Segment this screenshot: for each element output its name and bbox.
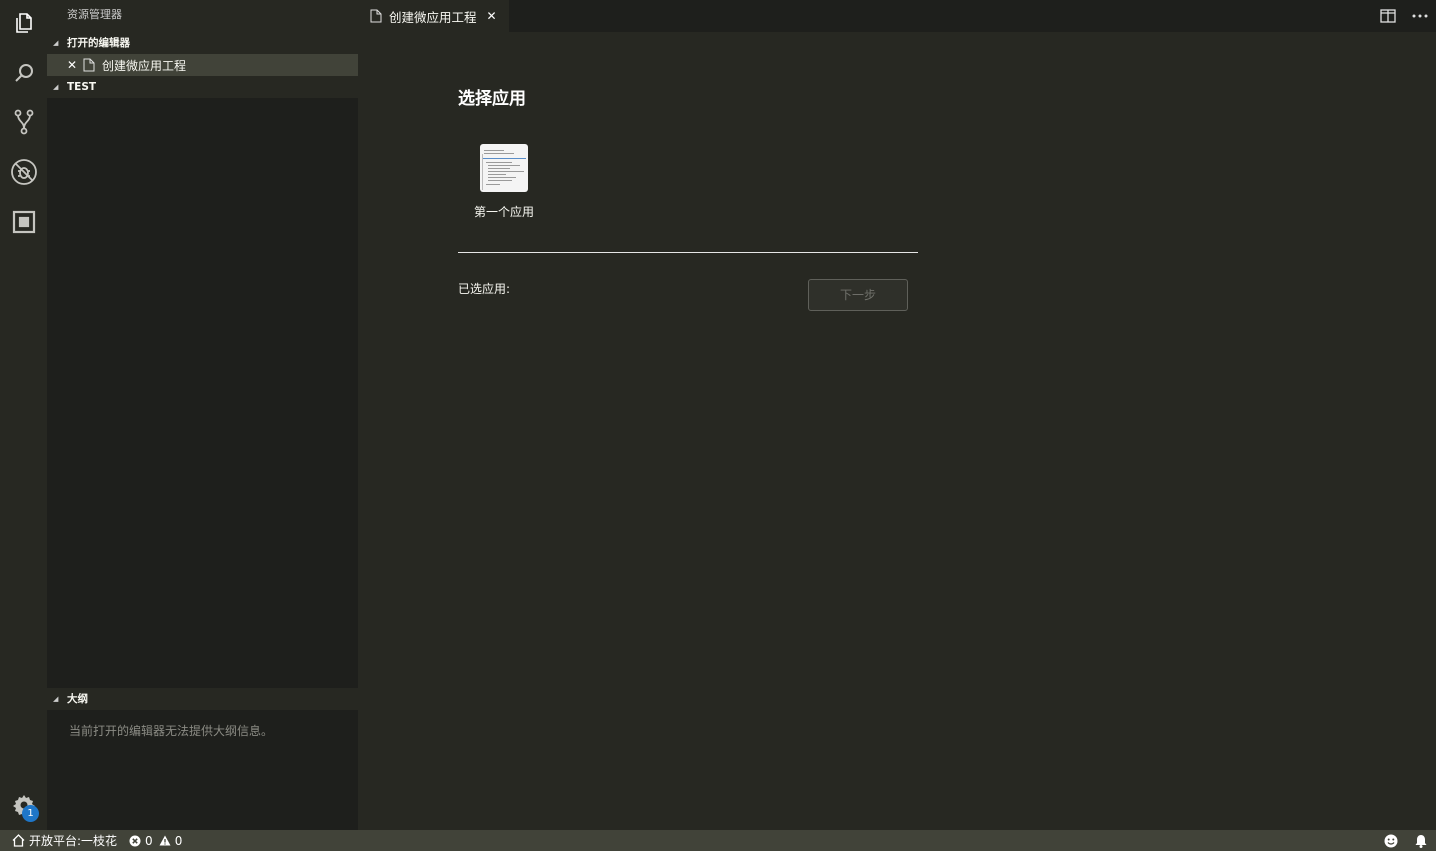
home-icon	[12, 834, 25, 847]
split-editor-icon[interactable]	[1372, 0, 1404, 32]
settings-gear-icon[interactable]	[0, 782, 47, 828]
explorer-sidebar: 资源管理器 ◢ 打开的编辑器 ✕ 创建微应用工程 ◢ TEST ◢ 大纲 当前打…	[47, 0, 358, 830]
file-tree[interactable]	[47, 98, 358, 688]
debug-icon[interactable]	[0, 149, 47, 195]
selected-apps-label: 已选应用:	[458, 282, 511, 296]
collapse-triangle-icon: ◢	[53, 39, 59, 47]
tab-create-micro-app[interactable]: 创建微应用工程 ✕	[358, 0, 509, 32]
platform-label: 开放平台:一枝花	[29, 834, 118, 848]
problems-status[interactable]: 0 0	[129, 834, 182, 848]
activity-bar: 1	[0, 0, 47, 830]
settings-badge: 1	[22, 805, 39, 822]
editor-actions	[1372, 0, 1436, 32]
workspace-label: TEST	[67, 81, 97, 93]
error-count: 0	[145, 833, 153, 848]
page-title: 选择应用	[458, 89, 526, 109]
files-icon[interactable]	[0, 0, 47, 46]
close-editor-icon[interactable]: ✕	[67, 58, 79, 72]
open-editors-header[interactable]: ◢ 打开的编辑器	[47, 32, 358, 54]
warning-count: 0	[174, 833, 183, 848]
status-bar: 开放平台:一枝花 0 0	[0, 830, 1436, 851]
source-control-icon[interactable]	[0, 99, 47, 145]
feedback-smiley-icon[interactable]	[1376, 834, 1406, 848]
tab-close-icon[interactable]: ✕	[487, 9, 497, 23]
editor-tabs: 创建微应用工程 ✕	[358, 0, 1436, 32]
app-thumbnail	[480, 144, 528, 192]
open-editors-label: 打开的编辑器	[67, 37, 130, 49]
collapse-triangle-icon: ◢	[53, 83, 59, 91]
warning-icon	[159, 835, 171, 846]
file-icon	[370, 9, 382, 23]
error-icon	[129, 835, 141, 846]
platform-status[interactable]: 开放平台:一枝花	[12, 832, 117, 849]
divider	[458, 252, 918, 253]
outline-message: 当前打开的编辑器无法提供大纲信息。	[69, 724, 274, 738]
workspace-header[interactable]: ◢ TEST	[47, 76, 358, 98]
extensions-icon[interactable]	[0, 199, 47, 245]
tab-label: 创建微应用工程	[389, 9, 477, 25]
file-icon	[83, 58, 95, 72]
next-button[interactable]: 下一步	[808, 279, 908, 311]
app-card[interactable]: 第一个应用	[466, 144, 542, 220]
outline-label: 大纲	[67, 693, 88, 705]
sidebar-title: 资源管理器	[47, 0, 358, 32]
app-window: 1 资源管理器 ◢ 打开的编辑器 ✕ 创建微应用工程 ◢ TEST ◢ 大纲 当…	[0, 0, 1436, 851]
more-actions-icon[interactable]	[1404, 0, 1436, 32]
search-icon[interactable]	[0, 50, 47, 96]
editor-content: 选择应用 第一个应用 已选应用: 下一步	[358, 32, 1436, 830]
outline-header[interactable]: ◢ 大纲	[47, 688, 358, 710]
notifications-bell-icon[interactable]	[1406, 834, 1436, 848]
open-editor-item[interactable]: ✕ 创建微应用工程	[47, 54, 358, 76]
app-label: 第一个应用	[473, 205, 534, 219]
open-editor-label: 创建微应用工程	[102, 58, 187, 73]
collapse-triangle-icon: ◢	[53, 695, 59, 703]
